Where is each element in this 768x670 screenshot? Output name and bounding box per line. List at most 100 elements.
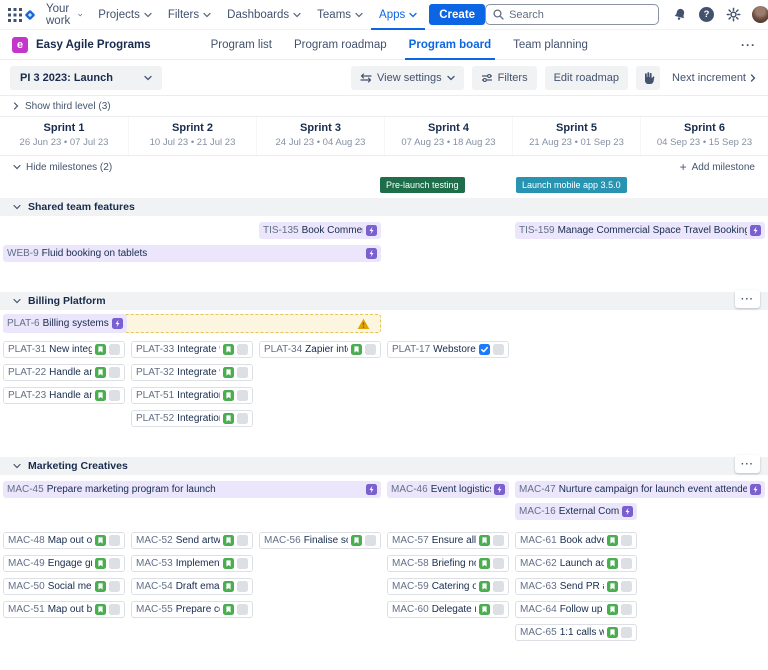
search-box[interactable]: [485, 4, 660, 25]
task-card[interactable]: MAC-48 Map out offli...: [3, 532, 125, 549]
marketing-epics-lane: MAC-45 Prepare marketing program for lau…: [0, 475, 768, 528]
create-button[interactable]: Create: [429, 4, 486, 25]
epic-card[interactable]: WEB-9 Fluid booking on tablets: [3, 245, 381, 262]
task-card[interactable]: MAC-50 Social media...: [3, 578, 125, 595]
task-card[interactable]: MAC-55 Prepare com...: [131, 601, 253, 618]
sprint-dates: 24 Jul 23 • 04 Aug 23: [275, 137, 366, 148]
task-card[interactable]: PLAT-23 Handle and ...: [3, 387, 125, 404]
task-card[interactable]: PLAT-17 Webstore pu...: [387, 341, 509, 358]
sprint-name: Sprint 1: [43, 122, 85, 134]
epic-card[interactable]: MAC-16 External Comm...: [515, 503, 637, 520]
task-card[interactable]: MAC-63 Send PR arti...: [515, 578, 637, 595]
avatar-placeholder: [493, 604, 504, 615]
milestone-chip[interactable]: Launch mobile app 3.5.0: [516, 177, 627, 193]
epic-card[interactable]: MAC-45 Prepare marketing program for lau…: [3, 481, 381, 498]
task-card[interactable]: MAC-62 Launch adve...: [515, 555, 637, 572]
help-icon[interactable]: [699, 7, 715, 22]
app-switcher-icon[interactable]: [8, 4, 22, 26]
tab-program-roadmap[interactable]: Program roadmap: [290, 30, 391, 60]
nav-your-work[interactable]: Your work: [38, 0, 90, 30]
app-more-icon[interactable]: ···: [741, 38, 756, 52]
section-more-icon[interactable]: ···: [735, 455, 760, 473]
tab-program-board[interactable]: Program board: [404, 30, 496, 60]
avatar-placeholder: [237, 535, 248, 546]
nav-teams[interactable]: Teams: [309, 0, 371, 30]
task-card[interactable]: PLAT-51 Integration w...: [131, 387, 253, 404]
sprint-name: Sprint 4: [428, 122, 469, 134]
epic-card[interactable]: MAC-46 Event logistics f...: [387, 481, 509, 498]
story-icon: [223, 367, 234, 378]
task-card[interactable]: MAC-61 Book adverti...: [515, 532, 637, 549]
task-card[interactable]: MAC-51 Map out bud...: [3, 601, 125, 618]
section-header-marketing-creatives[interactable]: Marketing Creatives ···: [0, 455, 768, 475]
section-title: Shared team features: [28, 201, 135, 213]
task-card[interactable]: PLAT-34 Zapier integr...: [259, 341, 381, 358]
issue-key: MAC-50: [8, 581, 45, 592]
task-card[interactable]: MAC-49 Engage grap...: [3, 555, 125, 572]
task-card[interactable]: MAC-64 Follow up e...: [515, 601, 637, 618]
user-avatar[interactable]: [752, 6, 768, 23]
pi-selector[interactable]: PI 3 2023: Launch: [10, 65, 162, 90]
issue-summary: Ensure all thi...: [431, 535, 476, 546]
section-more-icon[interactable]: ···: [735, 290, 760, 308]
sprint-column-header: Sprint 3 24 Jul 23 • 04 Aug 23: [256, 117, 384, 155]
nav-filters[interactable]: Filters: [160, 0, 219, 30]
next-increment-link[interactable]: Next increment: [672, 72, 756, 84]
story-icon: [223, 604, 234, 615]
epic-card[interactable]: TIS-135 Book Commerci...: [259, 222, 381, 239]
nav-dashboards[interactable]: Dashboards: [219, 0, 309, 30]
task-card[interactable]: PLAT-31 New integrat...: [3, 341, 125, 358]
chevron-down-icon: [13, 204, 21, 210]
issue-summary: Zapier integr...: [305, 344, 348, 355]
edit-roadmap-button[interactable]: Edit roadmap: [544, 65, 629, 90]
chevron-down-icon: [144, 75, 152, 80]
task-card[interactable]: MAC-53 Implement ta...: [131, 555, 253, 572]
notifications-icon[interactable]: [669, 4, 691, 26]
task-card[interactable]: PLAT-22 Handle and ...: [3, 364, 125, 381]
epic-warning-strip: PLAT-6 Billing systems i...: [3, 314, 381, 333]
view-settings-button[interactable]: View settings: [351, 65, 464, 90]
task-card[interactable]: PLAT-33 Integrate wit...: [131, 341, 253, 358]
tab-team-planning[interactable]: Team planning: [509, 30, 592, 60]
issue-key: MAC-60: [392, 604, 429, 615]
task-card[interactable]: MAC-58 Briefing note ...: [387, 555, 509, 572]
task-card[interactable]: MAC-57 Ensure all thi...: [387, 532, 509, 549]
section-header-shared-team-features[interactable]: Shared team features: [0, 198, 768, 216]
nav-projects[interactable]: Projects: [90, 0, 160, 30]
task-card[interactable]: MAC-65 1:1 calls with...: [515, 624, 637, 641]
task-card[interactable]: MAC-59 Catering ord...: [387, 578, 509, 595]
epic-card[interactable]: PLAT-6 Billing systems i...: [3, 314, 127, 333]
issue-summary: Handle and ...: [49, 390, 92, 401]
milestone-chip[interactable]: Pre-launch testing: [380, 177, 465, 193]
section-header-billing-platform[interactable]: Billing Platform ···: [0, 290, 768, 310]
task-card[interactable]: MAC-56 Finalise soci...: [259, 532, 381, 549]
chevron-down-icon: [203, 12, 211, 17]
task-card[interactable]: PLAT-32 Integrate wit...: [131, 364, 253, 381]
search-input[interactable]: [509, 8, 652, 21]
issue-summary: Integrate wit...: [177, 344, 220, 355]
jira-logo-icon[interactable]: [22, 4, 38, 26]
pan-tool-button[interactable]: [636, 65, 661, 90]
avatar-placeholder: [237, 604, 248, 615]
epic-card[interactable]: TIS-159 Manage Commercial Space Travel B…: [515, 222, 765, 239]
nav-apps[interactable]: Apps: [371, 0, 426, 30]
task-card[interactable]: MAC-54 Draft email in...: [131, 578, 253, 595]
sprint-column-header: Sprint 5 21 Aug 23 • 01 Sep 23: [512, 117, 640, 155]
issue-summary: Nurture campaign for launch event attend…: [558, 484, 747, 495]
milestones-toggle[interactable]: Hide milestones (2): [13, 162, 112, 173]
filters-button[interactable]: Filters: [471, 65, 537, 90]
epic-icon: [366, 248, 377, 259]
avatar-placeholder: [109, 604, 120, 615]
add-milestone-button[interactable]: Add milestone: [680, 160, 755, 174]
tab-program-list[interactable]: Program list: [207, 30, 276, 60]
epic-card[interactable]: MAC-47 Nurture campaign for launch event…: [515, 481, 765, 498]
third-level-toggle[interactable]: Show third level (3): [0, 96, 768, 116]
avatar-placeholder: [237, 367, 248, 378]
avatar-placeholder: [109, 581, 120, 592]
story-icon: [95, 535, 106, 546]
task-card[interactable]: MAC-60 Delegate me...: [387, 601, 509, 618]
task-card[interactable]: PLAT-52 Integration w...: [131, 410, 253, 427]
task-card[interactable]: MAC-52 Send artwork...: [131, 532, 253, 549]
issue-summary: Finalise soci...: [303, 535, 348, 546]
settings-gear-icon[interactable]: [722, 4, 744, 26]
